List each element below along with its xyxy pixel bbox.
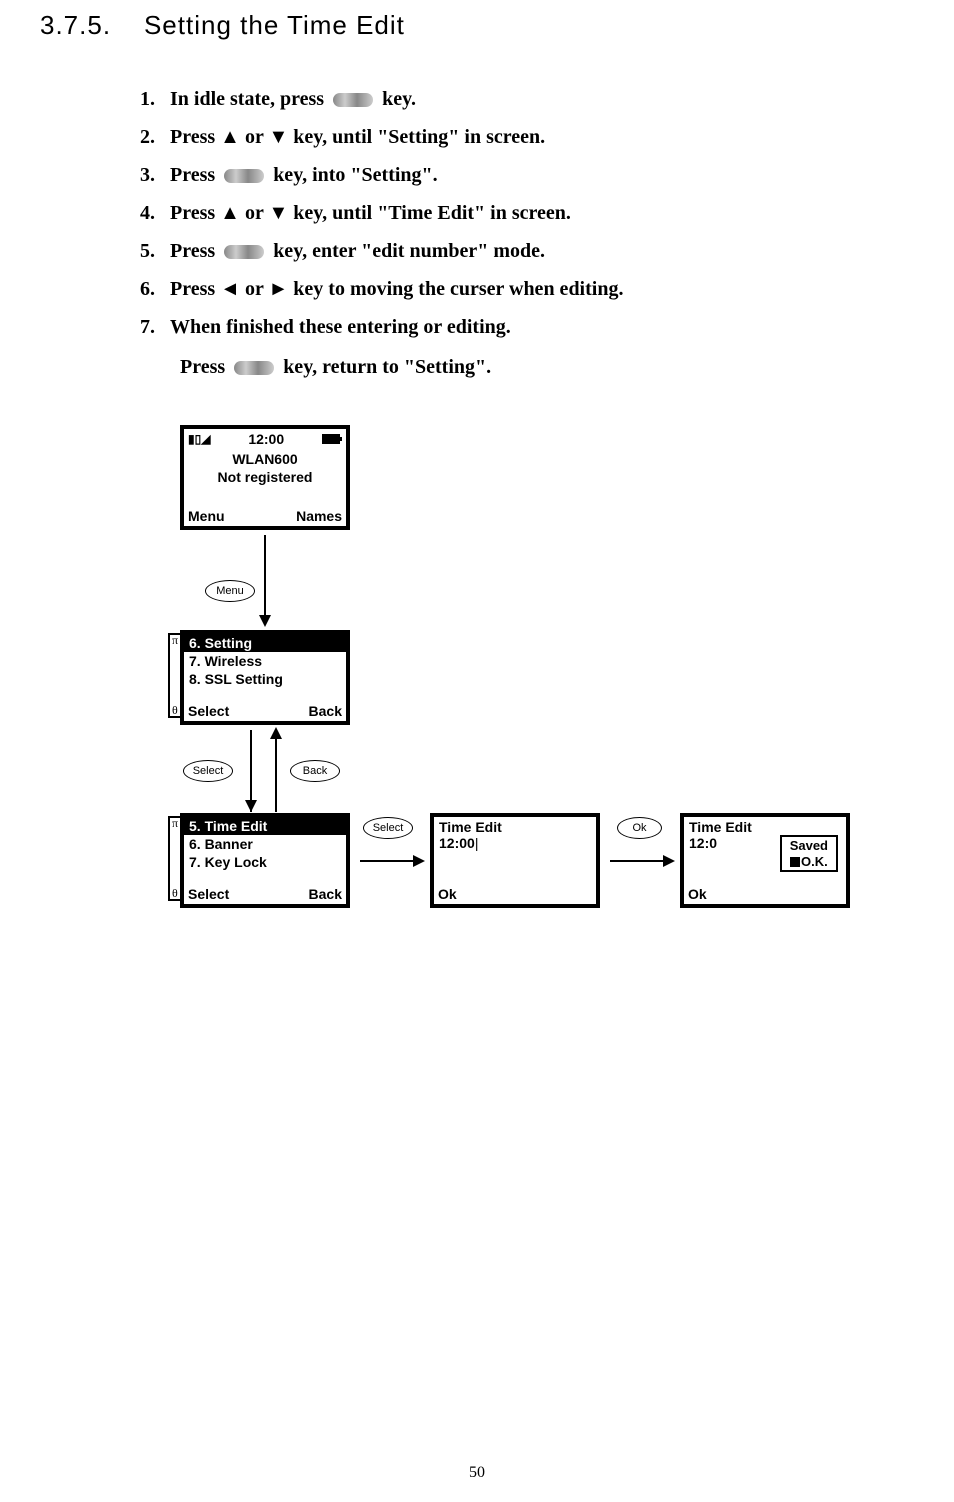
flow-diagram: ▮▯◢ 12:00 WLAN600 Not registered Menu Na…	[135, 425, 914, 985]
menu-item-keylock[interactable]: 7. Key Lock	[184, 853, 346, 871]
signal-icon: ▮▯◢	[188, 432, 210, 446]
setting-menu-screen: 5. Time Edit 6. Banner 7. Key Lock Selec…	[180, 813, 350, 908]
softkey-right[interactable]: Names	[296, 508, 342, 524]
saved-confirmation-screen: Time Edit 12:0 Saved O.K. Ok	[680, 813, 850, 908]
clock: 12:00	[248, 431, 284, 447]
time-edit-screen: Time Edit 12:00| Ok	[430, 813, 600, 908]
section-number: 3.7.5.	[40, 10, 111, 40]
instruction-list: 1.In idle state, press key. 2.Press ▲ or…	[140, 81, 914, 385]
softkey-left[interactable]: Menu	[188, 508, 225, 524]
softkey-left[interactable]: Select	[188, 703, 229, 719]
time-value[interactable]: 12:00|	[439, 835, 591, 851]
nav-key-icon	[224, 245, 264, 259]
select-button[interactable]: Select	[363, 817, 413, 839]
instruction-7: 7.When finished these entering or editin…	[140, 309, 914, 345]
softkey-right[interactable]: Back	[309, 886, 342, 902]
registration-status: Not registered	[184, 467, 346, 485]
screen-title: Time Edit	[439, 819, 591, 835]
section-title-text: Setting the Time Edit	[144, 10, 405, 40]
nav-key-icon	[224, 169, 264, 183]
instruction-final-press: Press key, return to "Setting".	[180, 349, 914, 385]
select-button[interactable]: Select	[183, 760, 233, 782]
menu-item-ssl[interactable]: 8. SSL Setting	[184, 670, 346, 688]
idle-screen: ▮▯◢ 12:00 WLAN600 Not registered Menu Na…	[180, 425, 350, 530]
nav-key-icon	[234, 361, 274, 375]
softkey-right[interactable]: Back	[309, 703, 342, 719]
status-bar: ▮▯◢ 12:00	[184, 429, 346, 449]
screen-title: Time Edit	[689, 819, 841, 835]
instruction-6: 6.Press ◄ or ► key to moving the curser …	[140, 271, 914, 307]
ok-button[interactable]: Ok	[617, 817, 662, 839]
page-number: 50	[0, 1464, 954, 1482]
instruction-2: 2.Press ▲ or ▼ key, until "Setting" in s…	[140, 119, 914, 155]
floppy-icon	[790, 857, 800, 867]
device-name: WLAN600	[184, 449, 346, 467]
section-heading: 3.7.5. Setting the Time Edit	[40, 10, 914, 41]
softkey-left[interactable]: Select	[188, 886, 229, 902]
instruction-1: 1.In idle state, press key.	[140, 81, 914, 117]
saved-popup: Saved O.K.	[780, 835, 838, 872]
instruction-3: 3.Press key, into "Setting".	[140, 157, 914, 193]
menu-item-wireless[interactable]: 7. Wireless	[184, 652, 346, 670]
softkey-left[interactable]: Ok	[438, 886, 457, 902]
menu-item-setting[interactable]: 6. Setting	[184, 634, 346, 652]
nav-key-icon	[333, 93, 373, 107]
main-menu-screen: 6. Setting 7. Wireless 8. SSL Setting Se…	[180, 630, 350, 725]
instruction-4: 4.Press ▲ or ▼ key, until "Time Edit" in…	[140, 195, 914, 231]
instruction-5: 5.Press key, enter "edit number" mode.	[140, 233, 914, 269]
battery-icon	[322, 434, 340, 444]
menu-item-time-edit[interactable]: 5. Time Edit	[184, 817, 346, 835]
menu-button[interactable]: Menu	[205, 580, 255, 602]
menu-item-banner[interactable]: 6. Banner	[184, 835, 346, 853]
back-button[interactable]: Back	[290, 760, 340, 782]
softkey-left[interactable]: Ok	[688, 886, 707, 902]
